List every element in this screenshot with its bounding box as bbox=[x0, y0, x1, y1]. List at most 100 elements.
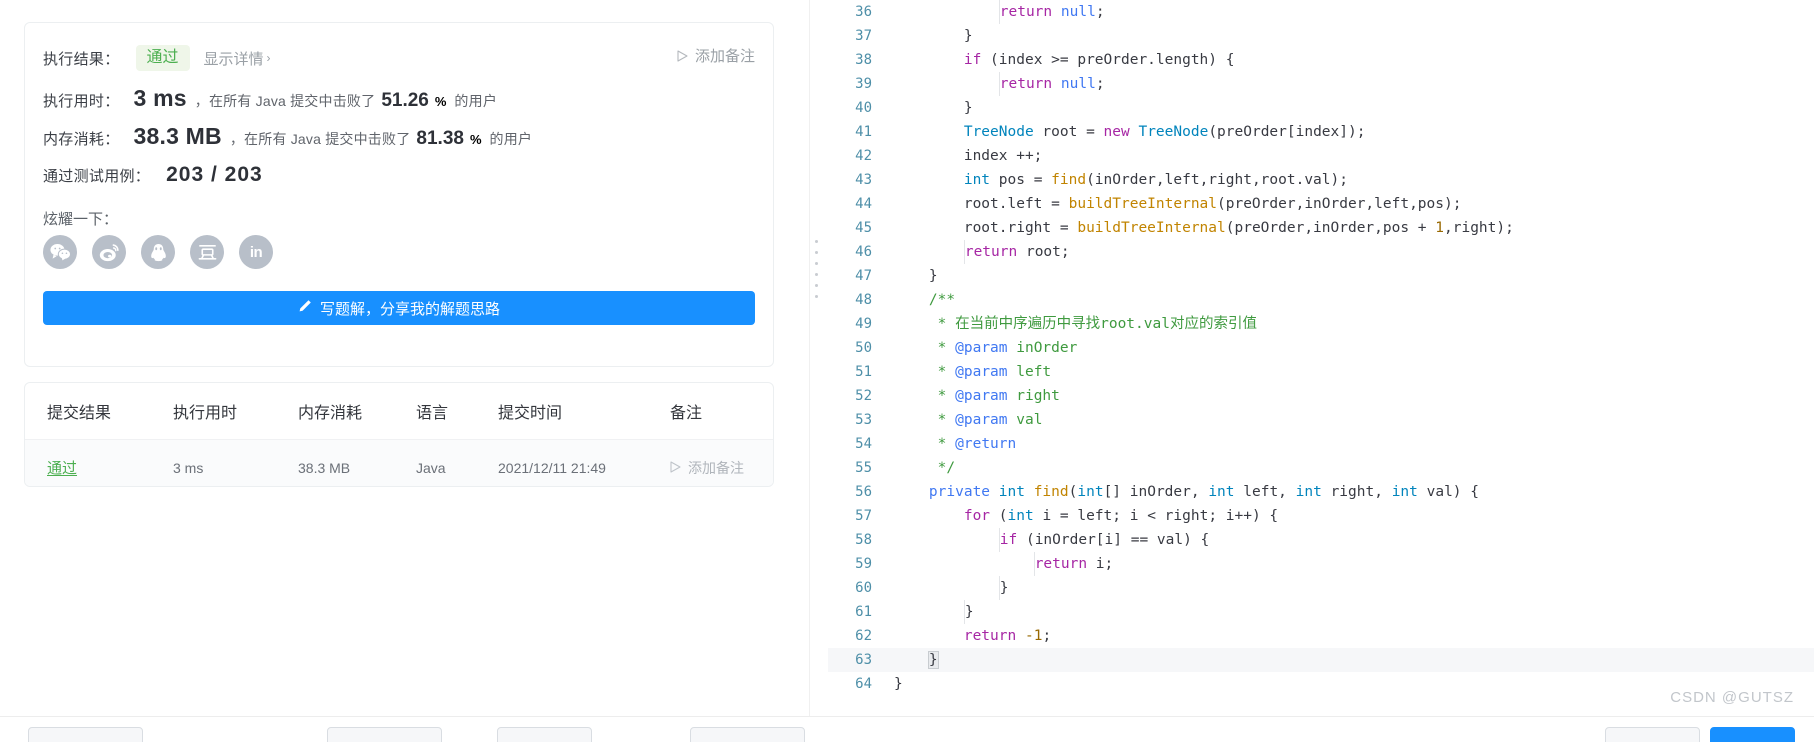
token-pun: root.right = bbox=[963, 220, 1078, 236]
weibo-icon[interactable] bbox=[92, 235, 126, 269]
code-line[interactable]: 54 * @return bbox=[828, 432, 1814, 456]
fold-gutter[interactable] bbox=[810, 0, 828, 742]
token-pun bbox=[1016, 628, 1025, 644]
code-line[interactable]: 36 return null; bbox=[828, 0, 1814, 24]
add-note-button[interactable]: 添加备注 bbox=[677, 45, 755, 66]
code-line[interactable]: 48 /** bbox=[828, 288, 1814, 312]
token-kw2: private bbox=[928, 484, 991, 500]
bottom-button-4[interactable] bbox=[690, 727, 805, 742]
token-kw: if bbox=[999, 532, 1018, 548]
code-line[interactable]: 43 int pos = find(inOrder,left,right,roo… bbox=[828, 168, 1814, 192]
code-text: root.right = buildTreeInternal(preOrder,… bbox=[888, 216, 1514, 240]
col-header-runtime: 执行用时 bbox=[173, 383, 298, 440]
token-pun: } bbox=[894, 676, 903, 692]
code-line[interactable]: 55 */ bbox=[828, 456, 1814, 480]
code-line[interactable]: 49 * 在当前中序遍历中寻找root.val对应的索引值 bbox=[828, 312, 1814, 336]
code-line[interactable]: 60 } bbox=[828, 576, 1814, 600]
code-line[interactable]: 41 TreeNode root = new TreeNode(preOrder… bbox=[828, 120, 1814, 144]
code-text: * @return bbox=[888, 432, 1017, 456]
bottom-button-2[interactable] bbox=[327, 727, 442, 742]
code-line[interactable]: 59 return i; bbox=[828, 552, 1814, 576]
code-text: } bbox=[888, 264, 938, 288]
line-number: 54 bbox=[855, 436, 872, 452]
bottom-submit-button[interactable] bbox=[1710, 727, 1795, 742]
code-text: } bbox=[888, 600, 974, 624]
write-solution-button[interactable]: 写题解，分享我的解题思路 bbox=[43, 291, 755, 325]
code-text: return null; bbox=[888, 72, 1105, 96]
line-number: 52 bbox=[855, 388, 872, 404]
line-number: 53 bbox=[855, 412, 872, 428]
code-lines-container[interactable]: 36 return null; 37 } 38 if (index >= preOr… bbox=[828, 0, 1814, 742]
code-text: index ++; bbox=[888, 144, 1043, 168]
show-detail-label: 显示详情 bbox=[203, 50, 264, 68]
code-line[interactable]: 46 return root; bbox=[828, 240, 1814, 264]
token-fn: buildTreeInternal bbox=[1068, 196, 1218, 212]
bottom-button-1[interactable] bbox=[28, 727, 143, 742]
douban-icon[interactable] bbox=[190, 235, 224, 269]
code-line[interactable]: 37 } bbox=[828, 24, 1814, 48]
code-line[interactable]: 53 * @param val bbox=[828, 408, 1814, 432]
row-add-note-button[interactable]: 添加备注 bbox=[670, 458, 773, 478]
add-note-label: 添加备注 bbox=[694, 48, 755, 65]
code-text: } bbox=[888, 648, 939, 672]
show-detail-link[interactable]: 显示详情 › bbox=[204, 48, 271, 69]
qq-icon[interactable] bbox=[141, 235, 175, 269]
submissions-table: 提交结果 执行用时 内存消耗 语言 提交时间 备注 通过 3 ms 38.3 M… bbox=[25, 383, 773, 486]
memory-label: 内存消耗： bbox=[43, 131, 120, 148]
wechat-icon[interactable] bbox=[43, 235, 77, 269]
token-pun: root; bbox=[1017, 244, 1070, 260]
token-cmt: * bbox=[937, 412, 956, 428]
code-text: * @param val bbox=[888, 408, 1043, 432]
execution-result-label: 执行结果： bbox=[43, 50, 120, 68]
line-number: 43 bbox=[855, 172, 872, 188]
code-line[interactable]: 58 if (inOrder[i] == val) { bbox=[828, 528, 1814, 552]
code-editor-panel[interactable]: 36 return null; 37 } 38 if (index >= preOr… bbox=[810, 0, 1814, 742]
code-line[interactable]: 62 return -1; bbox=[828, 624, 1814, 648]
code-line[interactable]: 45 root.right = buildTreeInternal(preOrd… bbox=[828, 216, 1814, 240]
bottom-toolbar bbox=[0, 716, 1814, 742]
testcase-value: 203 / 203 bbox=[166, 163, 263, 186]
code-line[interactable]: 42 index ++; bbox=[828, 144, 1814, 168]
code-text: TreeNode root = new TreeNode(preOrder[in… bbox=[888, 120, 1366, 144]
token-typ: int bbox=[998, 484, 1025, 500]
linkedin-icon[interactable]: in bbox=[239, 235, 273, 269]
chevron-right-icon: › bbox=[266, 51, 271, 65]
bottom-button-5[interactable] bbox=[1605, 727, 1700, 742]
code-line[interactable]: 38 if (index >= preOrder.length) { bbox=[828, 48, 1814, 72]
code-line[interactable]: 63 } bbox=[828, 648, 1814, 672]
code-text: * @param left bbox=[888, 360, 1052, 384]
token-typ: TreeNode bbox=[963, 124, 1034, 140]
token-pun: ( bbox=[990, 508, 1008, 524]
code-line[interactable]: 57 for (int i = left; i < right; i++) { bbox=[828, 504, 1814, 528]
token-pun: root.left = bbox=[963, 196, 1069, 212]
code-line[interactable]: 47 } bbox=[828, 264, 1814, 288]
code-line[interactable]: 64} bbox=[828, 672, 1814, 696]
code-text: for (int i = left; i < right; i++) { bbox=[888, 504, 1278, 528]
code-line[interactable]: 52 * @param right bbox=[828, 384, 1814, 408]
token-cmt: * 在当前中序遍历中寻找root.val对应的索引值 bbox=[937, 316, 1257, 332]
token-pun: right, bbox=[1321, 484, 1392, 500]
code-line[interactable]: 51 * @param left bbox=[828, 360, 1814, 384]
bottom-button-3[interactable] bbox=[497, 727, 592, 742]
memory-row: 内存消耗： 38.3 MB ，在所有 Java 提交中击败了 81.38% 的用… bbox=[43, 123, 532, 150]
submission-result-page: 执行结果： 通过 显示详情 › 添加备注 执行用时： 3 ms ，在所有 Jav… bbox=[0, 0, 1814, 742]
code-text: * 在当前中序遍历中寻找root.val对应的索引值 bbox=[888, 312, 1257, 336]
token-cmt: val bbox=[1007, 412, 1043, 428]
row-result-link[interactable]: 通过 bbox=[47, 460, 77, 477]
execution-result-card: 执行结果： 通过 显示详情 › 添加备注 执行用时： 3 ms ，在所有 Jav… bbox=[24, 22, 774, 367]
code-line[interactable]: 39 return null; bbox=[828, 72, 1814, 96]
code-line[interactable]: 50 * @param inOrder bbox=[828, 336, 1814, 360]
code-line[interactable]: 61 } bbox=[828, 600, 1814, 624]
code-line[interactable]: 40 } bbox=[828, 96, 1814, 120]
code-line[interactable]: 44 root.left = buildTreeInternal(preOrde… bbox=[828, 192, 1814, 216]
code-line[interactable]: 56 private int find(int[] inOrder, int l… bbox=[828, 480, 1814, 504]
testcase-label: 通过测试用例： bbox=[43, 168, 151, 185]
line-number: 58 bbox=[855, 532, 872, 548]
csdn-watermark: CSDN @GUTSZ bbox=[1670, 689, 1794, 706]
token-typ: int bbox=[963, 172, 991, 188]
